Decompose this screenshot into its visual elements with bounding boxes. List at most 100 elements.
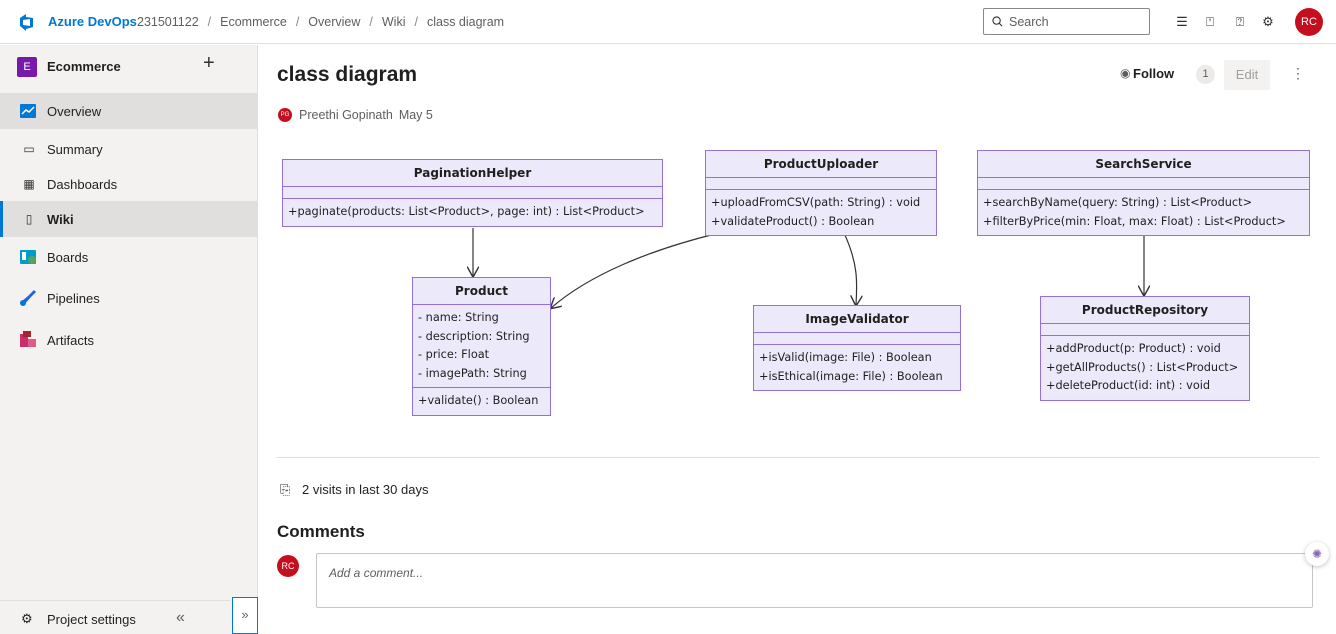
class-name: Product	[413, 278, 550, 305]
wiki-page: class diagram ◉ Follow 1 Edit ⋮ PG Preet…	[259, 45, 1336, 634]
class-method: +searchByName(query: String) : List<Prod…	[983, 196, 1253, 209]
comment-placeholder: Add a comment...	[329, 566, 424, 580]
sidebar-item-boards[interactable]: Boards	[0, 239, 258, 275]
breadcrumb-separator: /	[369, 15, 373, 29]
class-methods: +validate() : Boolean	[413, 388, 550, 415]
help-icon[interactable]: ⍰	[1230, 12, 1250, 32]
class-attribute: - name: String	[418, 311, 499, 324]
class-attributes	[283, 187, 662, 199]
commenter-avatar: RC	[277, 555, 299, 577]
sidebar-item-label: Pipelines	[47, 290, 100, 306]
follow-icon[interactable]: ◉	[1120, 66, 1130, 80]
page-author-line: Preethi Gopinath May 5	[299, 108, 433, 122]
project-header[interactable]: E Ecommerce +	[0, 45, 258, 87]
class-name: ProductRepository	[1041, 297, 1249, 324]
more-actions-icon[interactable]: ⋮	[1291, 65, 1305, 82]
project-settings[interactable]: ⚙ Project settings «	[0, 600, 230, 634]
follow-count-badge: 1	[1196, 65, 1215, 84]
task-list-icon[interactable]: ☰	[1172, 12, 1192, 32]
sidebar-item-label: Wiki	[47, 211, 74, 227]
sidebar-item-summary[interactable]: ▭ Summary	[0, 131, 258, 167]
project-settings-label: Project settings	[47, 612, 136, 627]
user-avatar[interactable]: RC	[1295, 8, 1323, 36]
dashboards-icon: ▦	[23, 177, 35, 191]
breadcrumb: 231501122 / Ecommerce / Overview / Wiki / class …	[137, 15, 504, 29]
sidebar-item-label: Boards	[47, 249, 89, 265]
breadcrumb-separator: /	[414, 15, 418, 29]
breadcrumb-wiki[interactable]: Wiki	[382, 15, 406, 29]
author-name[interactable]: Preethi Gopinath	[299, 108, 393, 122]
brand-link[interactable]: Azure DevOps	[48, 14, 137, 29]
breadcrumb-overview[interactable]: Overview	[308, 15, 360, 29]
search-input[interactable]: Search	[983, 8, 1150, 35]
summary-icon: ▭	[23, 142, 35, 156]
collapse-sidebar-icon[interactable]: «	[176, 609, 185, 627]
sidebar-item-label: Summary	[47, 141, 103, 157]
breadcrumb-org[interactable]: 231501122	[137, 15, 199, 29]
arrow-productuploader-product	[551, 232, 720, 308]
class-attributes	[754, 333, 960, 345]
class-methods: +addProduct(p: Product) : void +getAllPr…	[1041, 336, 1249, 400]
page-visits: 2 visits in last 30 days	[302, 482, 429, 497]
pipelines-icon	[20, 290, 36, 306]
add-icon[interactable]: +	[203, 53, 215, 73]
class-methods: +uploadFromCSV(path: String) : void +val…	[706, 190, 936, 235]
project-name[interactable]: Ecommerce	[47, 59, 121, 74]
class-method: +paginate(products: List<Product>, page:…	[288, 205, 645, 218]
class-name: ProductUploader	[706, 151, 936, 178]
class-method: +isValid(image: File) : Boolean	[759, 351, 932, 364]
class-attributes	[978, 178, 1309, 190]
sidebar-item-dashboards[interactable]: ▦ Dashboards	[0, 166, 258, 202]
class-method: +getAllProducts() : List<Product>	[1046, 360, 1239, 374]
sidebar-item-overview[interactable]: Overview	[0, 93, 258, 129]
follow-button[interactable]: Follow	[1133, 66, 1174, 81]
class-attribute: - price: Float	[418, 348, 490, 361]
sidebar-item-label: Dashboards	[47, 176, 118, 192]
author-avatar: PG	[278, 108, 292, 122]
class-box-productrepository: ProductRepository +addProduct(p: Product…	[1040, 296, 1250, 401]
arrow-productuploader-imagevalidator	[843, 232, 857, 305]
breadcrumb-page[interactable]: class diagram	[427, 15, 504, 29]
sidebar-item-label: Overview	[47, 103, 102, 119]
page-visits-icon: ⎘	[280, 482, 291, 497]
class-attribute: - description: String	[418, 329, 530, 343]
edit-button[interactable]: Edit	[1224, 60, 1270, 90]
page-date: May 5	[398, 108, 433, 122]
brain-assistant-icon[interactable]: ✺	[1305, 542, 1329, 566]
artifacts-icon	[20, 331, 36, 347]
class-box-product: Product - name: String - description: St…	[412, 277, 551, 416]
breadcrumb-separator: /	[207, 15, 212, 29]
comment-input[interactable]: Add a comment...	[316, 553, 1313, 608]
azure-devops-logo-icon[interactable]	[18, 12, 38, 32]
class-method: +filterByPrice(min: Float, max: Float) :…	[983, 214, 1286, 228]
sidebar-item-pipelines[interactable]: Pipelines	[0, 280, 258, 316]
class-method: +deleteProduct(id: int) : void	[1046, 379, 1211, 392]
class-attributes	[1041, 324, 1249, 336]
user-settings-icon[interactable]: ⚙	[1258, 12, 1278, 32]
wiki-icon: ▯	[25, 212, 33, 226]
search-placeholder: Search	[1009, 14, 1049, 29]
class-name: PaginationHelper	[283, 160, 662, 187]
sidebar-item-wiki[interactable]: ▯ Wiki	[0, 201, 258, 237]
class-method: +addProduct(p: Product) : void	[1046, 342, 1221, 355]
class-method: +validateProduct() : Boolean	[711, 214, 875, 228]
breadcrumb-project[interactable]: Ecommerce	[220, 15, 287, 29]
class-attributes: - name: String - description: String - p…	[413, 305, 550, 388]
sidebar-item-artifacts[interactable]: Artifacts	[0, 322, 258, 358]
page-title: class diagram	[277, 63, 418, 86]
marketplace-bag-icon[interactable]: ⍞	[1200, 12, 1220, 32]
class-method: +uploadFromCSV(path: String) : void	[711, 196, 921, 209]
class-method: +validate() : Boolean	[418, 394, 539, 407]
expand-panel-button[interactable]: »	[232, 597, 258, 634]
class-attribute: - imagePath: String	[418, 366, 527, 380]
content-divider	[277, 457, 1319, 458]
boards-icon	[20, 250, 36, 264]
class-method: +isEthical(image: File) : Boolean	[759, 369, 943, 383]
class-methods: +isValid(image: File) : Boolean +isEthic…	[754, 345, 960, 390]
class-box-imagevalidator: ImageValidator +isValid(image: File) : B…	[753, 305, 961, 391]
project-badge: E	[17, 57, 37, 77]
top-bar: Azure DevOps 231501122 / Ecommerce / Overvie…	[0, 0, 1336, 44]
class-box-paginationhelper: PaginationHelper +paginate(products: Lis…	[282, 159, 663, 227]
class-name: SearchService	[978, 151, 1309, 178]
left-navigation: E Ecommerce + Overview ▭ Summary ▦ Dashb…	[0, 45, 258, 634]
